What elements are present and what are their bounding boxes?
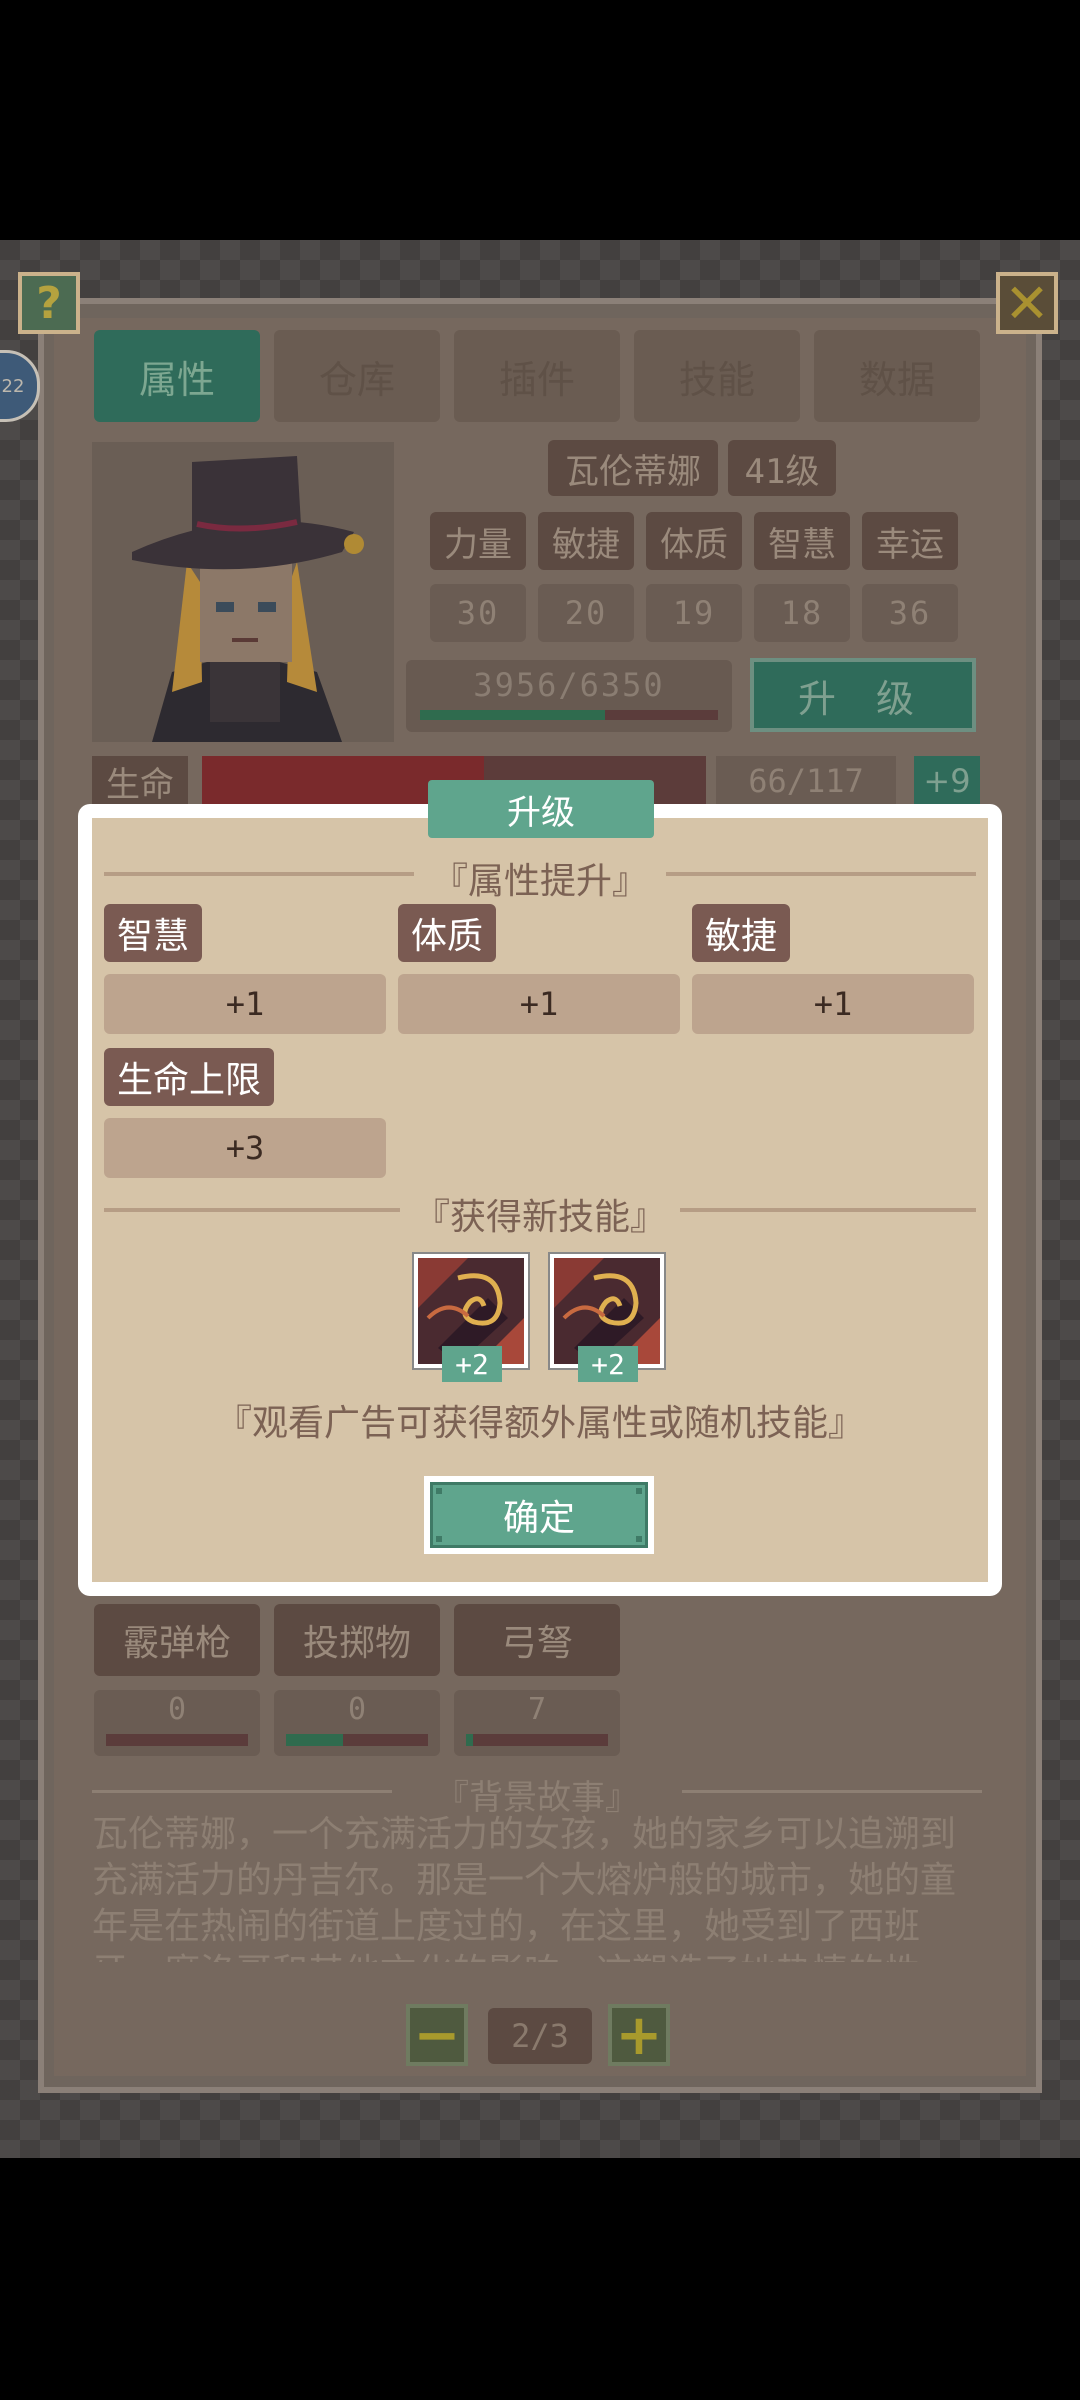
weapon-crossbow-label: 弓弩: [454, 1604, 620, 1676]
gain-wisdom-label: 智慧: [104, 904, 202, 962]
attr-constitution-value: 19: [646, 584, 742, 642]
weapon-throwable-number: 0: [347, 1692, 367, 1727]
attr-strength-value: 30: [430, 584, 526, 642]
weapon-crossbow-bar: [466, 1734, 608, 1746]
new-skill-heading: 『获得新技能』: [413, 1197, 666, 1238]
weapon-crossbow-number: 7: [527, 1692, 547, 1727]
gain-constitution-value: +1: [398, 974, 680, 1034]
experience-box: 3956/6350: [406, 660, 732, 732]
weapon-throwable-bar: [286, 1734, 428, 1746]
character-portrait: [92, 442, 394, 742]
rivet: [636, 1488, 642, 1494]
dialog-title: 升级: [428, 780, 654, 838]
skill-2-badge: +2: [578, 1346, 638, 1382]
story-title: 『背景故事』: [92, 1770, 982, 1818]
attr-strength-label: 力量: [430, 512, 526, 570]
confirm-button[interactable]: 确定: [430, 1482, 648, 1548]
divider: [104, 872, 414, 876]
hp-value: 66/117: [716, 756, 896, 806]
character-level: 41级: [728, 440, 836, 496]
attr-luck-value: 36: [862, 584, 958, 642]
attribute-gain-heading: 『属性提升』: [431, 861, 648, 902]
hp-label: 生命: [92, 756, 188, 806]
hp-bonus-button[interactable]: +9: [914, 756, 980, 806]
weapon-shotgun-number: 0: [167, 1692, 187, 1727]
tab-attributes[interactable]: 属性: [94, 330, 260, 422]
skill-1-badge: +2: [442, 1346, 502, 1382]
rivet: [436, 1488, 442, 1494]
level-up-button[interactable]: 升 级: [750, 658, 976, 732]
gain-agility-value: +1: [692, 974, 974, 1034]
weapon-shotgun-bar: [106, 1734, 248, 1746]
divider: [680, 1208, 976, 1212]
gain-agility-label: 敏捷: [692, 904, 790, 962]
weapon-throwable-value: 0: [274, 1690, 440, 1756]
attr-wisdom-label: 智慧: [754, 512, 850, 570]
help-button[interactable]: ?: [18, 272, 80, 334]
experience-text: 3956/6350: [473, 666, 665, 704]
attr-agility-value: 20: [538, 584, 634, 642]
rivet: [636, 1536, 642, 1542]
tab-skills[interactable]: 技能: [634, 330, 800, 422]
experience-bar: [420, 710, 718, 720]
weapon-shotgun-value: 0: [94, 1690, 260, 1756]
gain-constitution-label: 体质: [398, 904, 496, 962]
weapon-throwable-label: 投掷物: [274, 1604, 440, 1676]
new-skill-section: 『获得新技能』: [104, 1188, 976, 1238]
divider: [666, 872, 976, 876]
page-indicator: 2/3: [488, 2008, 592, 2064]
attr-agility-label: 敏捷: [538, 512, 634, 570]
tab-plugins[interactable]: 插件: [454, 330, 620, 422]
tab-data[interactable]: 数据: [814, 330, 980, 422]
close-button[interactable]: ✕: [996, 272, 1058, 335]
attribute-gain-section: 『属性提升』: [104, 852, 976, 902]
weapon-throwable-bar-fill: [286, 1734, 343, 1746]
divider: [104, 1208, 400, 1212]
tab-storage[interactable]: 仓库: [274, 330, 440, 422]
next-page-button[interactable]: +: [608, 2003, 670, 2068]
experience-bar-fill: [420, 710, 605, 720]
weapon-crossbow-bar-fill: [466, 1734, 474, 1746]
weapon-crossbow-value: 7: [454, 1690, 620, 1756]
attr-wisdom-value: 18: [754, 584, 850, 642]
gain-max-hp-label: 生命上限: [104, 1048, 274, 1106]
rivet: [436, 1536, 442, 1542]
gain-wisdom-value: +1: [104, 974, 386, 1034]
gain-max-hp-value: +3: [104, 1118, 386, 1178]
attr-luck-label: 幸运: [862, 512, 958, 570]
previous-page-button[interactable]: −: [406, 2003, 468, 2068]
weapon-shotgun-label: 霰弹枪: [94, 1604, 260, 1676]
attr-constitution-label: 体质: [646, 512, 742, 570]
story-text: 瓦伦蒂娜，一个充满活力的女孩，她的家乡可以追溯到充满活力的丹吉尔。那是一个大熔炉…: [92, 1814, 957, 1962]
ad-hint: 『观看广告可获得额外属性或随机技能』: [215, 1403, 864, 1444]
character-name: 瓦伦蒂娜: [548, 440, 718, 496]
